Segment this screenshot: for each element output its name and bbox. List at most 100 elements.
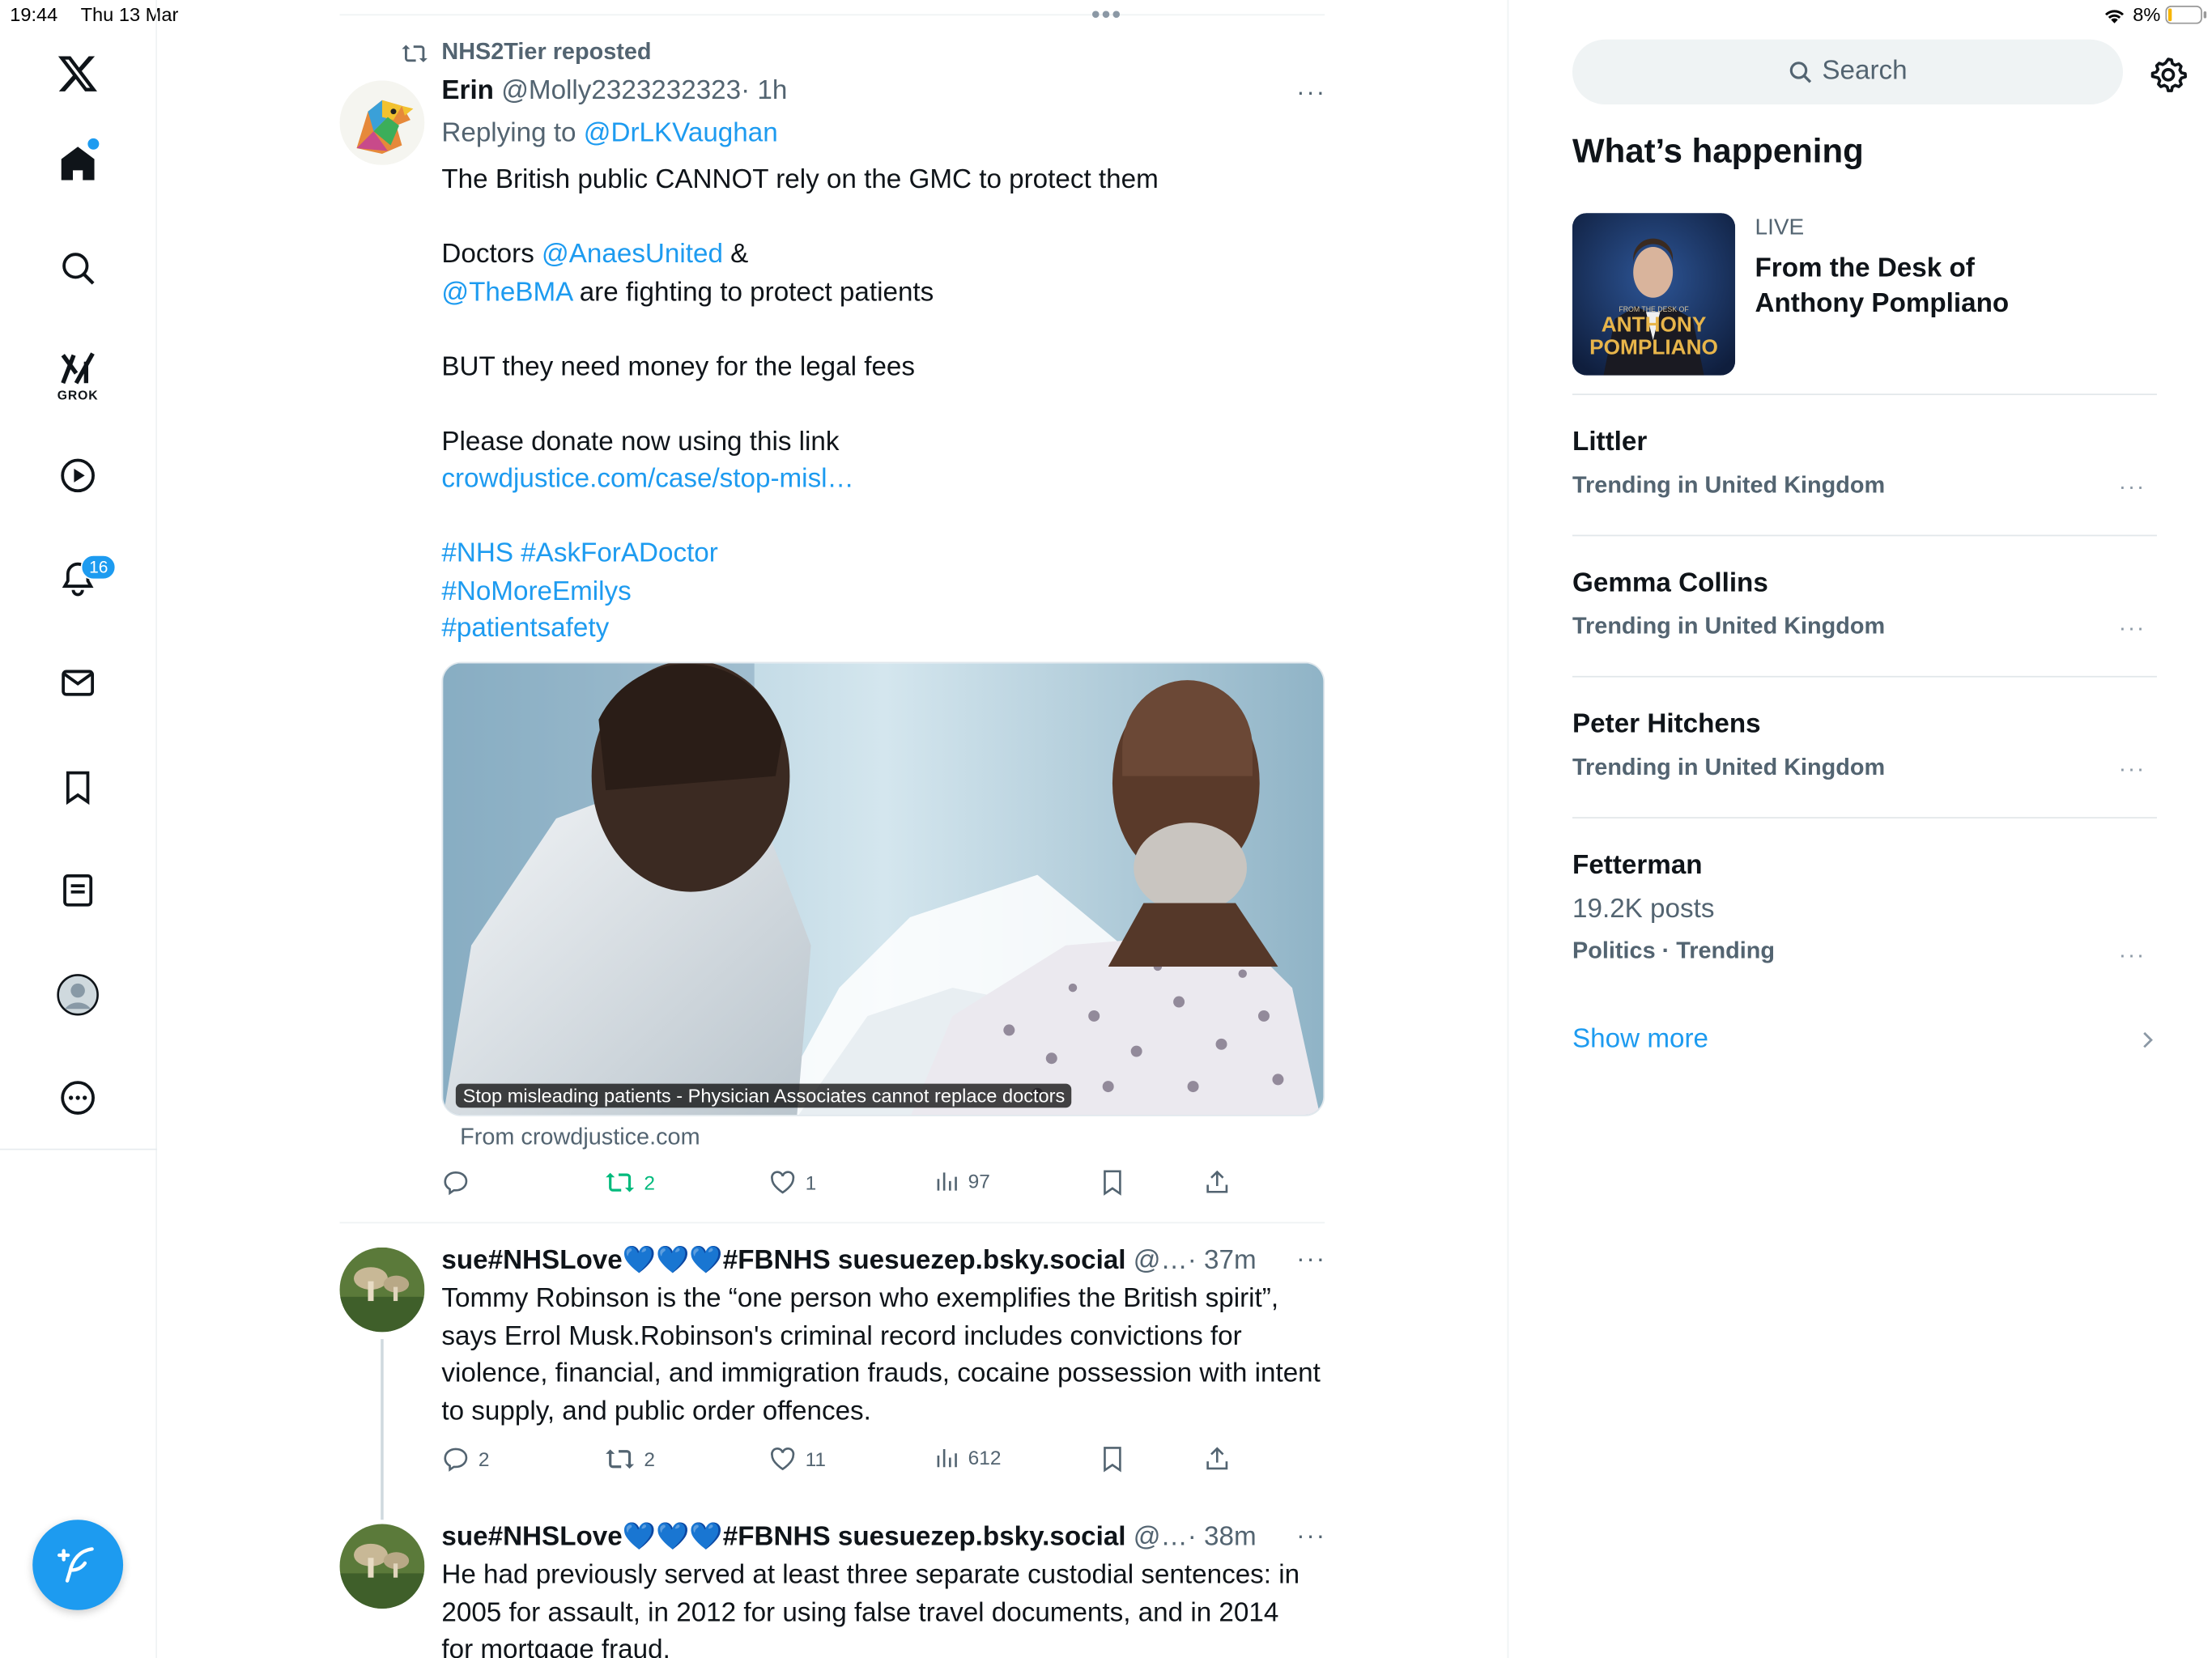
- chevron-right-icon[interactable]: [2137, 1027, 2156, 1052]
- reply-count: 2: [478, 1448, 490, 1471]
- bookmark-icon: [1104, 1170, 1121, 1196]
- sue-avatar[interactable]: [339, 1524, 425, 1609]
- show-more-link[interactable]: Show more: [1572, 1024, 1708, 1055]
- author-handle[interactable]: @Molly2323232323: [501, 76, 741, 106]
- trend-more-icon[interactable]: ···: [2119, 758, 2146, 783]
- hashtag-patientsafety[interactable]: #patientsafety: [441, 611, 1319, 648]
- heart-icon: [771, 1448, 795, 1471]
- hashtag-nomoreemilys[interactable]: #NoMoreEmilys: [441, 574, 1319, 611]
- trend-divider: [1572, 534, 2157, 537]
- share-button[interactable]: [1203, 1445, 1231, 1473]
- tweet-line: Doctors @AnaesUnited &: [441, 237, 1319, 274]
- text-doctors: Doctors: [441, 240, 534, 270]
- tweet1-body: The British public CANNOT rely on the GM…: [441, 162, 1319, 648]
- card-caption: Stop misleading patients - Physician Ass…: [455, 1083, 1073, 1108]
- more-options-icon[interactable]: [55, 1075, 100, 1120]
- replying-handle-link[interactable]: @DrLKVaughan: [584, 118, 778, 148]
- trend-more-icon[interactable]: ···: [2119, 475, 2146, 500]
- author-name[interactable]: sue#NHSLove💙💙💙#FBNHS suesuezep.bsky.soci…: [441, 1523, 1125, 1553]
- left-nav: GROK 16: [0, 0, 158, 1658]
- repost-button[interactable]: 2: [604, 1445, 655, 1473]
- bookmark-button[interactable]: [1098, 1168, 1126, 1197]
- hashtag-nhs[interactable]: #NHS: [441, 539, 513, 569]
- thread-line: [381, 1339, 384, 1520]
- card-source[interactable]: From crowdjustice.com: [460, 1124, 700, 1151]
- hashtag-askforadoctor[interactable]: #AskForADoctor: [521, 539, 718, 569]
- trend-more-icon[interactable]: ···: [2119, 944, 2146, 969]
- repost-icon: [606, 1172, 635, 1192]
- live-thumbnail[interactable]: FROM THE DESK OF ANTHONY POMPLIANO: [1572, 213, 1736, 376]
- repost-icon: [606, 1449, 635, 1469]
- settings-gear-icon[interactable]: [2148, 55, 2188, 95]
- author-name[interactable]: sue#NHSLove💙💙💙#FBNHS suesuezep.bsky.soci…: [441, 1246, 1125, 1276]
- trend-title: Fetterman: [1572, 851, 1703, 881]
- mention-anaesunited[interactable]: @AnaesUnited: [542, 240, 723, 270]
- trend-item[interactable]: Peter Hitchens Trending in United Kingdo…: [1572, 710, 2157, 782]
- repost-button[interactable]: 2: [604, 1168, 655, 1197]
- author-handle[interactable]: @…: [1134, 1246, 1188, 1276]
- trend-title: Peter Hitchens: [1572, 709, 1761, 740]
- tweet-sue-2[interactable]: sue#NHSLove💙💙💙#FBNHS suesuezep.bsky.soci…: [339, 1500, 1325, 1658]
- live-title[interactable]: From the Desk of Anthony Pompliano: [1755, 251, 2067, 321]
- messages-icon[interactable]: [55, 661, 100, 706]
- search-icon[interactable]: [55, 245, 100, 291]
- bookmark-icon: [1104, 1447, 1121, 1473]
- repost-count: 2: [644, 1171, 655, 1194]
- sue-avatar[interactable]: [339, 1247, 425, 1333]
- video-icon[interactable]: [55, 453, 100, 499]
- views-count: 612: [968, 1446, 1002, 1469]
- author-handle[interactable]: @…: [1134, 1523, 1188, 1553]
- views-icon: [937, 1449, 957, 1468]
- text-fighting: are fighting to protect patients: [579, 277, 934, 308]
- views-button[interactable]: 612: [934, 1445, 1002, 1470]
- grok-icon[interactable]: GROK: [55, 344, 100, 406]
- tweet2-header: sue#NHSLove💙💙💙#FBNHS suesuezep.bsky.soci…: [441, 1244, 1291, 1278]
- tweet-time[interactable]: · 38m: [1188, 1523, 1257, 1553]
- author-name[interactable]: Erin: [441, 76, 494, 106]
- live-label: LIVE: [1755, 215, 1805, 240]
- tweet-time[interactable]: · 37m: [1188, 1246, 1257, 1276]
- tweet-line: @TheBMA are fighting to protect patients: [441, 274, 1319, 312]
- tweet3-body: He had previously served at least three …: [441, 1560, 1300, 1658]
- replying-prefix: Replying to: [441, 118, 576, 149]
- tweet-time[interactable]: · 1h: [741, 76, 787, 106]
- reply-button[interactable]: 2: [441, 1445, 489, 1473]
- trend-item[interactable]: Fetterman 19.2K posts Politics · Trendin…: [1572, 851, 2157, 968]
- tweet-sue-1[interactable]: sue#NHSLove💙💙💙#FBNHS suesuezep.bsky.soci…: [339, 1223, 1326, 1520]
- trend-item[interactable]: Littler Trending in United Kingdom ···: [1572, 427, 2157, 500]
- reply-button[interactable]: [441, 1168, 478, 1197]
- tweet-more-icon[interactable]: ···: [1296, 1521, 1325, 1551]
- repost-indicator-icon: [401, 41, 429, 66]
- like-button[interactable]: 11: [768, 1445, 826, 1473]
- grok-label: GROK: [57, 388, 99, 402]
- search-input[interactable]: Search: [1572, 39, 2123, 104]
- tweet2-actions: 2 2 11 612: [441, 1445, 1234, 1476]
- views-button[interactable]: 97: [934, 1168, 990, 1193]
- tweet-erin[interactable]: NHS2Tier reposted Erin @Molly2323232323·…: [339, 0, 1326, 1222]
- heart-icon: [771, 1171, 795, 1194]
- thumb-name-line1: ANTHONY: [1601, 312, 1707, 338]
- compose-button[interactable]: [32, 1520, 124, 1610]
- tweet-more-icon[interactable]: ···: [1296, 1244, 1326, 1274]
- bookmarks-icon[interactable]: [55, 765, 100, 810]
- erin-avatar[interactable]: [339, 80, 425, 165]
- trend-subtitle: Politics · Trending: [1572, 938, 1776, 964]
- home-icon[interactable]: [55, 138, 100, 186]
- bookmark-button[interactable]: [1098, 1445, 1126, 1473]
- donate-link[interactable]: crowdjustice.com/case/stop-misl…: [441, 461, 1319, 499]
- x-logo-icon[interactable]: [55, 51, 100, 96]
- trend-item[interactable]: Gemma Collins Trending in United Kingdom…: [1572, 568, 2157, 640]
- share-button[interactable]: [1203, 1168, 1231, 1197]
- trend-divider: [1572, 817, 2157, 818]
- repost-label: NHS2Tier reposted: [441, 39, 652, 66]
- like-button[interactable]: 1: [768, 1168, 816, 1197]
- trend-more-icon[interactable]: ···: [2119, 617, 2146, 642]
- tweet1-actions: 2 1 97: [441, 1168, 1234, 1199]
- link-card-image[interactable]: Stop misleading patients - Physician Ass…: [441, 661, 1325, 1116]
- tweet-more-icon[interactable]: ···: [1296, 78, 1326, 108]
- lists-icon[interactable]: [55, 868, 100, 913]
- tweet-line: The British public CANNOT rely on the GM…: [441, 164, 1159, 195]
- mention-thebma[interactable]: @TheBMA: [441, 277, 572, 307]
- home-unread-dot: [87, 138, 100, 150]
- profile-avatar[interactable]: [55, 972, 100, 1018]
